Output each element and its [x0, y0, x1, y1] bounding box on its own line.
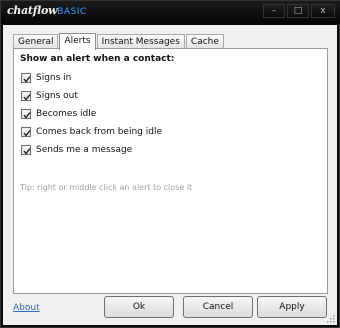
maximize-button[interactable]: □: [287, 4, 309, 18]
alerts-heading: Show an alert when a contact:: [20, 54, 175, 64]
alert-options: Signs in Signs out Becomes idle Comes ba…: [21, 69, 162, 159]
cancel-button[interactable]: Cancel: [183, 296, 253, 318]
window-controls: – □ x: [263, 4, 335, 18]
option-label: Becomes idle: [36, 109, 97, 119]
tab-alerts[interactable]: Alerts: [59, 33, 96, 50]
apply-button[interactable]: Apply: [257, 296, 327, 318]
title-bar[interactable]: chatflow BASIC – □ x: [1, 1, 340, 25]
minimize-button[interactable]: –: [263, 4, 285, 18]
app-title-edition: BASIC: [57, 7, 87, 17]
app-title-brand: chatflow: [7, 4, 58, 17]
preferences-window: chatflow BASIC – □ x General Alerts Inst…: [0, 0, 340, 328]
option-label: Sends me a message: [36, 145, 133, 155]
option-sends-message[interactable]: Sends me a message: [21, 141, 162, 159]
minimize-icon: –: [271, 6, 277, 16]
ok-button[interactable]: Ok: [104, 296, 174, 318]
checkmark-icon: [23, 148, 31, 155]
close-button[interactable]: x: [311, 4, 335, 18]
app-title: chatflow BASIC: [7, 4, 87, 20]
option-back-from-idle[interactable]: Comes back from being idle: [21, 123, 162, 141]
signs-out-checkbox[interactable]: [21, 91, 31, 101]
back-from-idle-checkbox[interactable]: [21, 127, 31, 137]
option-signs-out[interactable]: Signs out: [21, 87, 162, 105]
tab-instant-messages[interactable]: Instant Messages: [96, 34, 185, 49]
option-becomes-idle[interactable]: Becomes idle: [21, 105, 162, 123]
checkmark-icon: [23, 112, 31, 119]
option-label: Signs in: [36, 73, 72, 83]
about-link[interactable]: About: [13, 303, 40, 313]
tab-strip: General Alerts Instant Messages Cache: [13, 33, 225, 50]
checkmark-icon: [23, 94, 31, 101]
tip-text: Tip: right or middle click an alert to c…: [20, 183, 193, 192]
close-icon: x: [320, 6, 326, 16]
option-label: Signs out: [36, 91, 78, 101]
tab-general[interactable]: General: [13, 34, 59, 49]
option-label: Comes back from being idle: [36, 127, 162, 137]
resize-grip-icon[interactable]: [325, 313, 335, 323]
sends-message-checkbox[interactable]: [21, 145, 31, 155]
signs-in-checkbox[interactable]: [21, 73, 31, 83]
checkmark-icon: [23, 76, 31, 83]
tab-cache[interactable]: Cache: [185, 34, 224, 49]
alerts-panel: Show an alert when a contact: Signs in S…: [13, 48, 328, 294]
option-signs-in[interactable]: Signs in: [21, 69, 162, 87]
dialog-body: General Alerts Instant Messages Cache Sh…: [3, 25, 337, 325]
maximize-icon: □: [293, 6, 303, 16]
becomes-idle-checkbox[interactable]: [21, 109, 31, 119]
checkmark-icon: [23, 130, 31, 137]
